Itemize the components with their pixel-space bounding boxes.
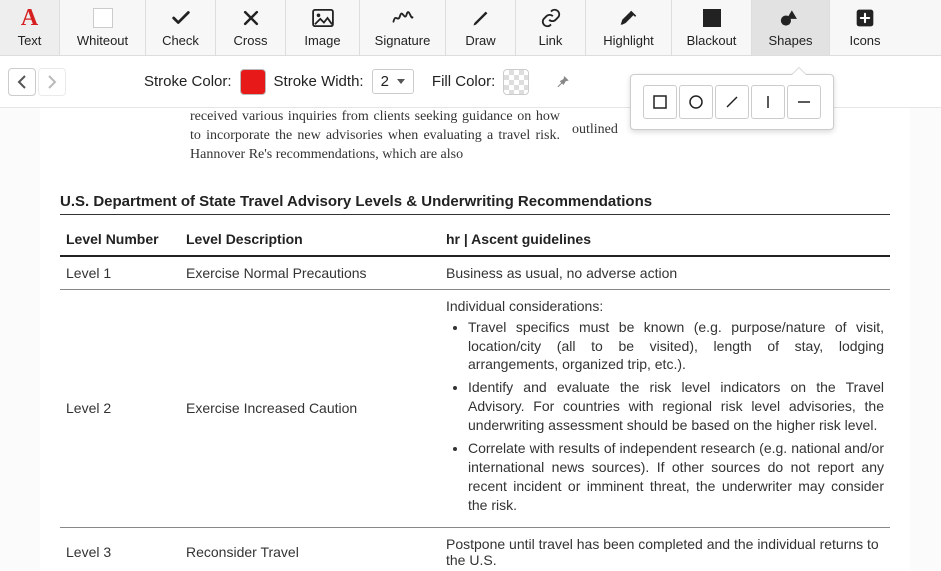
rectangle-icon [653,95,667,109]
diagonal-line-icon [724,94,740,110]
pencil-icon [470,7,492,29]
tool-check[interactable]: Check [146,0,216,55]
signature-icon [392,7,414,29]
tool-cross[interactable]: Cross [216,0,286,55]
tool-text[interactable]: A Text [0,0,60,55]
tool-draw[interactable]: Draw [446,0,516,55]
tool-image[interactable]: Image [286,0,360,55]
highlight-icon [618,7,640,29]
shapes-icon [780,7,802,29]
cell-level-description: Exercise Normal Precautions [180,256,440,290]
cell-level-number: Level 2 [60,289,180,527]
cell-level-description: Reconsider Travel [180,527,440,571]
link-icon [540,7,562,29]
tool-label: Text [18,33,42,48]
tool-label: Whiteout [77,33,128,48]
stroke-width-value: 2 [381,73,389,90]
tool-blackout[interactable]: Blackout [672,0,752,55]
nav-group [8,68,66,96]
table-row: Level 2Exercise Increased CautionIndivid… [60,289,890,527]
tool-label: Check [162,33,199,48]
tool-label: Highlight [603,33,654,48]
cell-level-number: Level 1 [60,256,180,290]
tool-label: Shapes [768,33,812,48]
shape-horizontal-line[interactable] [787,85,821,119]
document-scroll[interactable]: received various inquiries from clients … [0,108,941,571]
stroke-color-label: Stroke Color: [144,73,232,90]
caret-down-icon [397,79,405,84]
tool-label: Icons [849,33,880,48]
th-level-description: Level Description [180,223,440,256]
shape-vertical-line[interactable] [751,85,785,119]
guideline-bullets: Travel specifics must be known (e.g. pur… [446,318,884,515]
right-column-fragment: outlined [572,122,618,138]
chevron-left-icon [17,75,27,89]
tool-label: Blackout [687,33,737,48]
guideline-bullet: Identify and evaluate the risk level ind… [468,378,884,435]
cross-icon [240,7,262,29]
cell-level-number: Level 3 [60,527,180,571]
cell-guidelines: Business as usual, no adverse action [440,256,890,290]
fill-color-swatch[interactable] [503,69,529,95]
image-icon [312,7,334,29]
intro-paragraph: received various inquiries from clients … [190,108,560,165]
horizontal-line-icon [796,94,812,110]
circle-icon [688,94,704,110]
tool-whiteout[interactable]: Whiteout [60,0,146,55]
blackout-icon [701,7,723,29]
tool-label: Signature [375,33,431,48]
whiteout-icon [92,7,114,29]
text-icon: A [19,7,41,29]
pin-button[interactable] [547,67,577,97]
table-row: Level 3Reconsider TravelPostpone until t… [60,527,890,571]
advisory-table: Level Number Level Description hr | Asce… [60,223,890,571]
shape-diagonal-line[interactable] [715,85,749,119]
cell-guidelines: Postpone until travel has been completed… [440,527,890,571]
tool-label: Cross [234,33,268,48]
guideline-bullet: Correlate with results of independent re… [468,439,884,515]
tool-shapes[interactable]: Shapes [752,0,830,55]
shape-circle[interactable] [679,85,713,119]
pin-icon [553,73,571,91]
guideline-bullet: Travel specifics must be known (e.g. pur… [468,318,884,375]
plus-square-icon [854,7,876,29]
tool-label: Image [304,33,340,48]
fill-color-label: Fill Color: [432,73,495,90]
tool-label: Link [539,33,563,48]
vertical-line-icon [760,94,776,110]
document-page: received various inquiries from clients … [40,108,910,571]
nav-prev-button[interactable] [8,68,36,96]
th-level-number: Level Number [60,223,180,256]
tool-highlight[interactable]: Highlight [586,0,672,55]
guideline-intro: Individual considerations: [446,298,884,314]
table-row: Level 1Exercise Normal PrecautionsBusine… [60,256,890,290]
check-icon [170,7,192,29]
shapes-panel [630,74,834,130]
stroke-width-select[interactable]: 2 [372,69,414,94]
cell-guidelines: Individual considerations: Travel specifi… [440,289,890,527]
stroke-width-label: Stroke Width: [274,73,364,90]
section-title: U.S. Department of State Travel Advisory… [60,193,890,215]
nav-next-button[interactable] [38,68,66,96]
tool-signature[interactable]: Signature [360,0,446,55]
shape-rectangle[interactable] [643,85,677,119]
tool-link[interactable]: Link [516,0,586,55]
main-toolbar: A Text Whiteout Check Cross Image Signat… [0,0,941,56]
th-guidelines: hr | Ascent guidelines [440,223,890,256]
tool-label: Draw [465,33,495,48]
tool-icons[interactable]: Icons [830,0,900,55]
stroke-color-swatch[interactable] [240,69,266,95]
cell-level-description: Exercise Increased Caution [180,289,440,527]
chevron-right-icon [47,75,57,89]
